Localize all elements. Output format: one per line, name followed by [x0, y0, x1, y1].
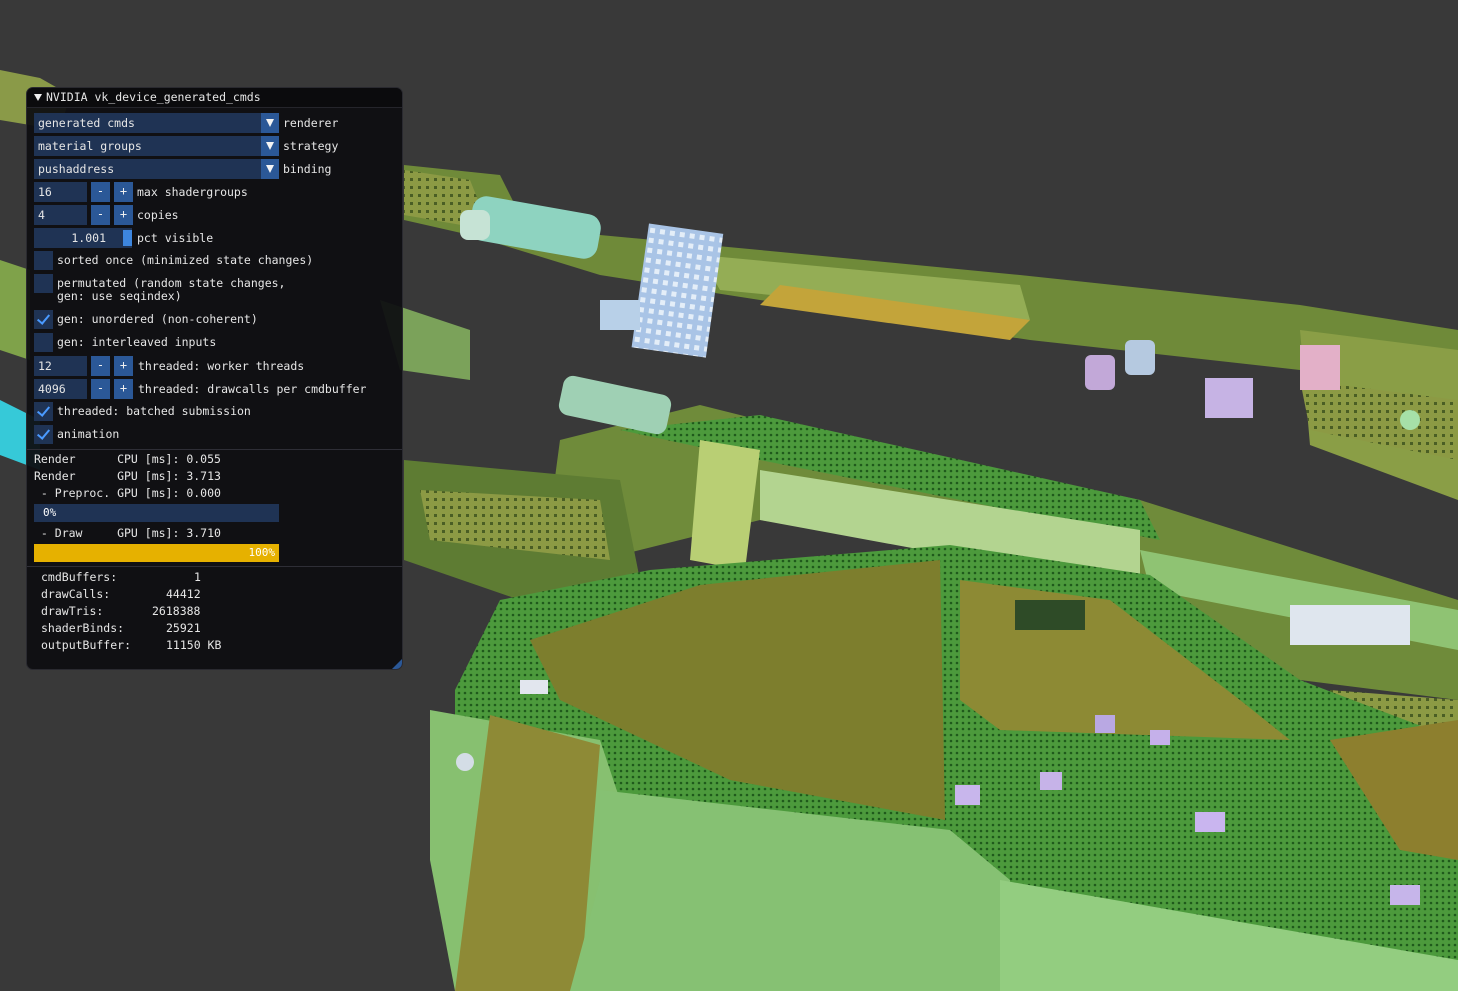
copies-label: copies	[137, 208, 179, 222]
renderer-combo-row: generated cmds renderer	[27, 113, 402, 133]
shaderbinds-value: 25921	[166, 621, 201, 635]
gen-unordered-label: gen: unordered (non-coherent)	[57, 312, 258, 326]
copies-row: 4 - + copies	[27, 205, 402, 225]
max-shadergroups-label: max shadergroups	[137, 185, 248, 199]
copies-input[interactable]: 4	[34, 205, 87, 225]
draw-progress-fill	[34, 544, 279, 562]
strategy-combo-value: material groups	[38, 139, 142, 153]
max-shadergroups-decrement-button[interactable]: -	[91, 182, 110, 202]
batched-submission-checkbox[interactable]	[34, 402, 53, 421]
strategy-combo-row: material groups strategy	[27, 136, 402, 156]
preproc-gpu-time: - Preproc. GPU [ms]: 0.000	[34, 486, 221, 500]
render-gpu-time: Render GPU [ms]: 3.713	[34, 469, 221, 483]
binding-combo-value: pushaddress	[38, 162, 115, 176]
drawcalls-label: drawCalls:	[41, 587, 111, 601]
draw-progress-text: 100%	[248, 546, 276, 559]
panel-title: NVIDIA vk_device_generated_cmds	[46, 90, 261, 104]
gen-interleaved-checkbox[interactable]	[34, 333, 53, 352]
pct-visible-label: pct visible	[137, 231, 214, 245]
max-shadergroups-increment-button[interactable]: +	[114, 182, 133, 202]
sorted-once-row[interactable]: sorted once (minimized state changes)	[27, 251, 402, 271]
draw-progress-bar: 100%	[34, 544, 279, 562]
dropdown-arrow-icon	[266, 165, 274, 173]
drawcalls-per-cmdbuffer-input[interactable]: 4096	[34, 379, 87, 399]
strategy-combo[interactable]: material groups	[34, 136, 279, 156]
worker-threads-increment-button[interactable]: +	[114, 356, 133, 376]
max-shadergroups-value: 16	[38, 185, 52, 199]
drawcalls-per-cmdbuffer-increment-button[interactable]: +	[114, 379, 133, 399]
sorted-once-label: sorted once (minimized state changes)	[57, 253, 314, 267]
permutated-checkbox[interactable]	[34, 274, 53, 293]
separator	[27, 449, 402, 450]
worker-threads-label: threaded: worker threads	[138, 359, 305, 373]
worker-threads-decrement-button[interactable]: -	[91, 356, 110, 376]
resize-grip[interactable]	[392, 659, 402, 669]
preproc-progress-bar: 0%	[34, 504, 279, 522]
panel-titlebar[interactable]: NVIDIA vk_device_generated_cmds	[27, 88, 402, 108]
permutated-label: permutated (random state changes, gen: u…	[57, 276, 286, 303]
pct-visible-value: 1.001	[71, 231, 106, 245]
renderer-combo-value: generated cmds	[38, 116, 135, 130]
permutated-row[interactable]: permutated (random state changes, gen: u…	[27, 274, 402, 304]
cmdbuffers-value: 1	[194, 570, 201, 584]
animation-label: animation	[57, 427, 120, 441]
binding-label: binding	[283, 162, 332, 176]
settings-panel[interactable]: NVIDIA vk_device_generated_cmds generate…	[26, 87, 403, 670]
worker-threads-value: 12	[38, 359, 52, 373]
renderer-combo-button[interactable]	[261, 113, 279, 133]
binding-combo-button[interactable]	[261, 159, 279, 179]
worker-threads-input[interactable]: 12	[34, 356, 87, 376]
drawcalls-per-cmdbuffer-label: threaded: drawcalls per cmdbuffer	[138, 382, 367, 396]
shaderbinds-label: shaderBinds:	[41, 621, 125, 635]
strategy-label: strategy	[283, 139, 339, 153]
strategy-combo-button[interactable]	[261, 136, 279, 156]
binding-combo-row: pushaddress binding	[27, 159, 402, 179]
pct-visible-slider[interactable]: 1.001	[34, 228, 132, 248]
drawcalls-value: 44412	[166, 587, 201, 601]
sorted-once-checkbox[interactable]	[34, 251, 53, 270]
gen-interleaved-label: gen: interleaved inputs	[57, 335, 217, 349]
batched-submission-label: threaded: batched submission	[57, 404, 251, 418]
drawtris-value: 2618388	[152, 604, 201, 618]
collapse-icon[interactable]	[34, 94, 42, 101]
binding-combo[interactable]: pushaddress	[34, 159, 279, 179]
drawcalls-per-cmdbuffer-row: 4096 - + threaded: drawcalls per cmdbuff…	[27, 379, 402, 399]
gen-unordered-row[interactable]: gen: unordered (non-coherent)	[27, 310, 402, 330]
preproc-progress-text: 0%	[43, 506, 57, 519]
dropdown-arrow-icon	[266, 142, 274, 150]
copies-value: 4	[38, 208, 45, 222]
pct-visible-slider-handle[interactable]	[123, 230, 132, 246]
copies-increment-button[interactable]: +	[114, 205, 133, 225]
cmdbuffers-label: cmdBuffers:	[41, 570, 118, 584]
draw-gpu-time: - Draw GPU [ms]: 3.710	[34, 526, 221, 540]
drawcalls-per-cmdbuffer-decrement-button[interactable]: -	[91, 379, 110, 399]
outputbuffer-value: 11150 KB	[166, 638, 222, 652]
gen-interleaved-row[interactable]: gen: interleaved inputs	[27, 333, 402, 353]
batched-submission-row[interactable]: threaded: batched submission	[27, 402, 402, 422]
animation-row[interactable]: animation	[27, 425, 402, 445]
copies-decrement-button[interactable]: -	[91, 205, 110, 225]
gen-unordered-checkbox[interactable]	[34, 310, 53, 329]
dropdown-arrow-icon	[266, 119, 274, 127]
separator	[27, 566, 402, 567]
renderer-combo[interactable]: generated cmds	[34, 113, 279, 133]
max-shadergroups-row: 16 - + max shadergroups	[27, 182, 402, 202]
max-shadergroups-input[interactable]: 16	[34, 182, 87, 202]
render-cpu-time: Render CPU [ms]: 0.055	[34, 452, 221, 466]
worker-threads-row: 12 - + threaded: worker threads	[27, 356, 402, 376]
animation-checkbox[interactable]	[34, 425, 53, 444]
drawtris-label: drawTris:	[41, 604, 104, 618]
pct-visible-row: 1.001 pct visible	[27, 228, 402, 248]
renderer-label: renderer	[283, 116, 339, 130]
outputbuffer-label: outputBuffer:	[41, 638, 132, 652]
drawcalls-per-cmdbuffer-value: 4096	[38, 382, 66, 396]
